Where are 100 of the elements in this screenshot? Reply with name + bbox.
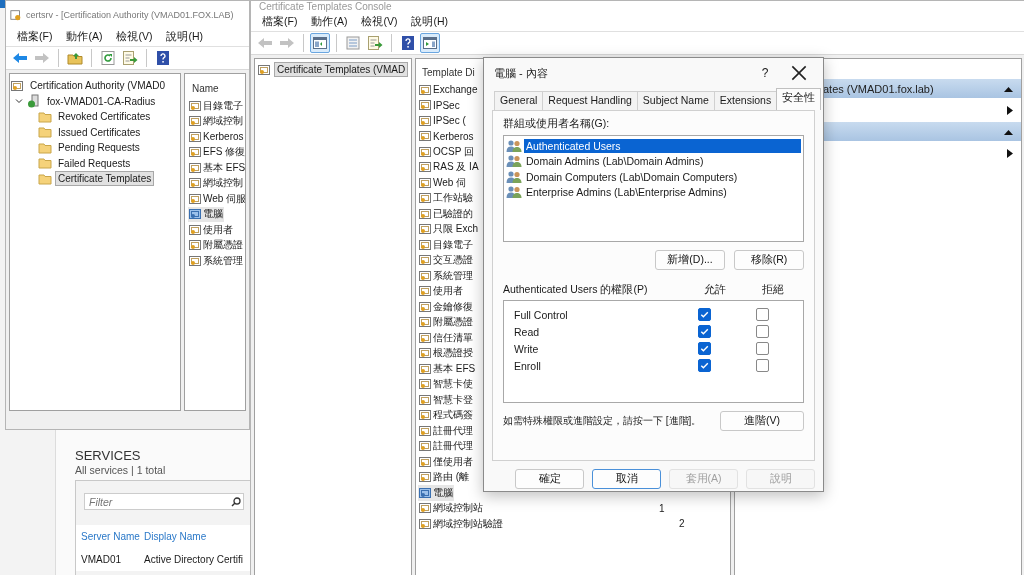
tree-item[interactable]: Pending Requests bbox=[55, 140, 143, 156]
list-item[interactable]: 目錄電子 bbox=[188, 98, 244, 114]
list-item[interactable]: Exchange bbox=[418, 82, 479, 98]
list-item[interactable]: 電腦 bbox=[418, 485, 454, 501]
section-title: SERVICES bbox=[75, 448, 142, 464]
list-item[interactable]: 附屬憑證 bbox=[188, 237, 244, 253]
list-item[interactable]: 附屬憑證 bbox=[418, 314, 474, 330]
list-item[interactable]: 使用者 bbox=[418, 283, 464, 299]
group-item[interactable]: Domain Computers (Lab\Domain Computers) bbox=[524, 169, 801, 184]
more-icon[interactable] bbox=[1007, 105, 1013, 115]
menu-item[interactable]: 檢視(V) bbox=[354, 15, 405, 29]
list-item[interactable]: 基本 EFS bbox=[188, 160, 245, 176]
list-item[interactable]: 信任清單 bbox=[418, 330, 474, 346]
list-item[interactable]: 目錄電子 bbox=[418, 237, 474, 253]
table-cell-text: VMAD01 bbox=[80, 553, 122, 565]
filter-field[interactable]: Filter bbox=[84, 493, 244, 510]
checkbox[interactable] bbox=[697, 308, 711, 321]
list-item[interactable]: 註冊代理 bbox=[418, 438, 474, 454]
list-item[interactable]: 網域控制站 1 bbox=[418, 500, 730, 516]
collapse-icon[interactable] bbox=[1004, 85, 1013, 92]
tab[interactable]: Extensions bbox=[713, 91, 778, 110]
list-item[interactable]: 系統管理 bbox=[188, 253, 244, 269]
list-item[interactable]: 網域控制 bbox=[188, 113, 244, 129]
list-item[interactable]: RAS 及 IA bbox=[418, 159, 480, 175]
list-item[interactable]: 註冊代理 bbox=[418, 423, 474, 439]
refresh-icon[interactable] bbox=[98, 48, 118, 68]
tree-item[interactable]: Revoked Certificates bbox=[55, 109, 154, 125]
dialog-button[interactable]: 移除(R) bbox=[734, 250, 804, 270]
advanced-button[interactable]: 進階(V) bbox=[720, 411, 804, 431]
tree-item[interactable]: fox-VMAD01-CA-Radius bbox=[44, 93, 159, 109]
tab[interactable]: 安全性 bbox=[776, 88, 822, 110]
dialog-button[interactable]: 確定 bbox=[515, 469, 584, 489]
field-label: 群組或使用者名稱(G): bbox=[503, 117, 611, 131]
list-item[interactable]: 智慧卡登 bbox=[418, 392, 474, 408]
menu-item[interactable]: 動作(A) bbox=[304, 15, 355, 29]
list-item[interactable]: 交互憑證 bbox=[418, 252, 474, 268]
list-item[interactable]: 網域控制 bbox=[188, 175, 244, 191]
action-pane-icon[interactable] bbox=[420, 33, 440, 53]
tree-item[interactable]: Failed Requests bbox=[55, 155, 134, 171]
certificate-icon bbox=[418, 516, 432, 531]
tab[interactable]: General bbox=[494, 91, 544, 110]
help-icon[interactable]: ? bbox=[757, 66, 773, 80]
list-item[interactable]: IPSec ( bbox=[418, 113, 467, 129]
tree-item[interactable]: Certificate Templates (VMAD bbox=[274, 62, 409, 78]
list-item[interactable]: 基本 EFS bbox=[418, 361, 477, 377]
menu-item[interactable]: 檔案(F) bbox=[10, 30, 60, 44]
list-item[interactable]: 網域控制站驗證 2 bbox=[418, 516, 730, 532]
list-item[interactable]: OCSP 回 bbox=[418, 144, 475, 160]
list-item[interactable]: EFS 修復 bbox=[188, 144, 245, 160]
export-icon[interactable] bbox=[120, 48, 140, 68]
checkbox[interactable] bbox=[755, 325, 769, 338]
certificate-icon bbox=[188, 191, 202, 206]
tree-pane-icon[interactable] bbox=[310, 33, 330, 53]
group-item[interactable]: Enterprise Admins (Lab\Enterprise Admins) bbox=[524, 185, 801, 200]
list-item[interactable]: 僅使用者 bbox=[418, 454, 474, 470]
group-item[interactable]: Domain Admins (Lab\Domain Admins) bbox=[524, 154, 801, 169]
dialog-button[interactable]: 取消 bbox=[592, 469, 661, 489]
menu-item[interactable]: 檢視(V) bbox=[109, 30, 160, 44]
tree-item[interactable]: Certification Authority (VMAD0 bbox=[27, 78, 169, 94]
certificate-icon bbox=[418, 222, 432, 237]
column-header[interactable]: Template Di bbox=[418, 62, 475, 82]
checkbox[interactable] bbox=[697, 359, 711, 372]
list-item[interactable]: Web 伺 bbox=[418, 175, 468, 191]
list-item[interactable]: 工作站驗 bbox=[418, 190, 474, 206]
checkbox[interactable] bbox=[697, 325, 711, 338]
column-header[interactable]: Display Name bbox=[139, 530, 207, 542]
list-item[interactable]: 程式碼簽 bbox=[418, 407, 474, 423]
checkbox[interactable] bbox=[755, 359, 769, 372]
list-item[interactable]: 只限 Exch bbox=[418, 221, 479, 237]
close-icon[interactable] bbox=[791, 65, 807, 81]
list-item[interactable]: 使用者 bbox=[188, 222, 234, 238]
checkbox[interactable] bbox=[755, 342, 769, 355]
list-item[interactable]: 系統管理 bbox=[418, 268, 474, 284]
checkbox[interactable] bbox=[697, 342, 711, 355]
list-item[interactable]: 根憑證授 bbox=[418, 345, 474, 361]
menu-item[interactable]: 說明(H) bbox=[159, 30, 210, 44]
tab[interactable]: Request Handling bbox=[542, 91, 638, 110]
checkbox[interactable] bbox=[755, 308, 769, 321]
list-item[interactable]: IPSec bbox=[418, 97, 461, 113]
tree-item[interactable]: Issued Certificates bbox=[55, 124, 144, 140]
menu-item[interactable]: 動作(A) bbox=[59, 30, 110, 44]
list-item[interactable]: 金鑰修復 bbox=[418, 299, 474, 315]
tree-item[interactable]: Certificate Templates bbox=[55, 171, 155, 187]
export-icon[interactable] bbox=[365, 33, 385, 53]
list-item[interactable]: Web 伺服 bbox=[188, 191, 245, 207]
column-header[interactable]: Name bbox=[188, 78, 219, 98]
more-icon[interactable] bbox=[1007, 148, 1013, 158]
group-item[interactable]: Authenticated Users bbox=[524, 138, 801, 153]
column-header[interactable]: Server Name bbox=[76, 530, 139, 542]
list-item[interactable]: 路由 (離 bbox=[418, 469, 471, 485]
collapse-icon[interactable] bbox=[1004, 128, 1013, 135]
list-item[interactable]: Kerberos bbox=[418, 128, 475, 144]
menu-item[interactable]: 檔案(F) bbox=[255, 15, 305, 29]
menu-item[interactable]: 說明(H) bbox=[404, 15, 455, 29]
dialog-button[interactable]: 新增(D)... bbox=[655, 250, 725, 270]
list-item[interactable]: 已驗證的 bbox=[418, 206, 474, 222]
list-item[interactable]: 智慧卡使 bbox=[418, 376, 474, 392]
list-item[interactable]: 電腦 bbox=[188, 206, 224, 222]
list-item[interactable]: Kerberos bbox=[188, 129, 245, 145]
tab[interactable]: Subject Name bbox=[636, 91, 715, 110]
